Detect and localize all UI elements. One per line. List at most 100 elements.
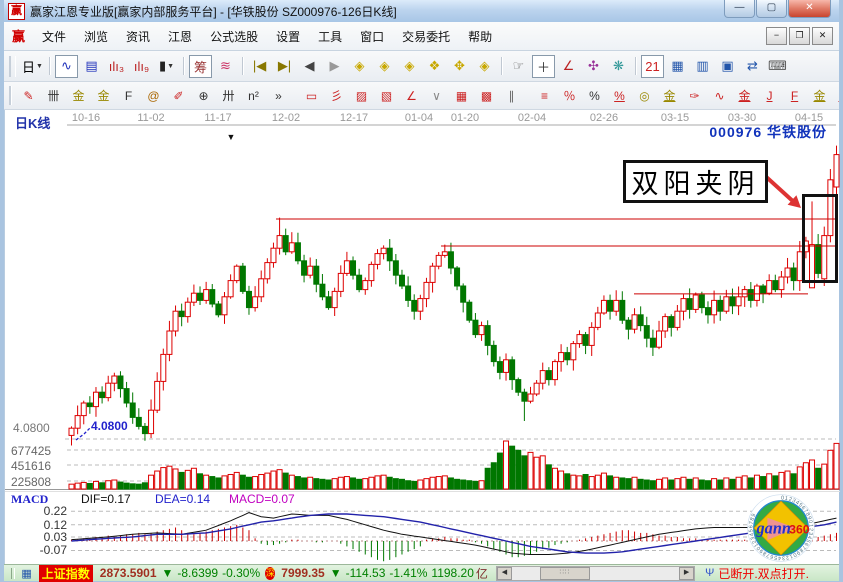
menu-item-8[interactable]: 窗口: [351, 25, 393, 48]
mdi-restore-button[interactable]: ❐: [789, 27, 810, 45]
fan-lines-icon[interactable]: 彡: [325, 84, 348, 107]
connection-status[interactable]: 已断开.双点打开.: [718, 565, 809, 582]
wave-window-icon[interactable]: ∿: [708, 84, 731, 107]
gann-box-ud-icon[interactable]: ◈: [373, 55, 396, 78]
angle-gold-icon[interactable]: 金: [808, 84, 831, 107]
grid-wide-icon[interactable]: ▩: [475, 84, 498, 107]
last-bar-icon[interactable]: ▶|: [273, 55, 296, 78]
rect-tool-icon[interactable]: ▭: [300, 84, 323, 107]
elastic-band-icon[interactable]: ∿: [55, 55, 78, 78]
vol-bars-3-icon[interactable]: ılı₃: [105, 55, 128, 78]
mdi-minimize-button[interactable]: −: [766, 27, 787, 45]
toolbar-separator: [635, 57, 636, 75]
gold-circle-icon[interactable]: ◎: [633, 84, 656, 107]
mdi-close-button[interactable]: ✕: [812, 27, 833, 45]
shenzhen-badge[interactable]: 深: [265, 567, 275, 580]
net-transfer-icon[interactable]: ⇄: [741, 55, 764, 78]
menu-item-4[interactable]: 江恩: [159, 25, 201, 48]
horizontal-scrollbar[interactable]: ◀ ∷∷ ▶: [496, 566, 695, 581]
more-tools-icon[interactable]: »: [267, 84, 290, 107]
marked-low-label: 4.0800: [91, 419, 128, 433]
notepad-icon[interactable]: ▥: [691, 55, 714, 78]
angle-j-icon[interactable]: J: [758, 84, 781, 107]
menu-item-6[interactable]: 设置: [267, 25, 309, 48]
spiral-icon[interactable]: @: [142, 84, 165, 107]
first-bar-icon[interactable]: |◀: [248, 55, 271, 78]
calendar-icon[interactable]: 21: [641, 55, 664, 78]
menu-item-3[interactable]: 资讯: [117, 25, 159, 48]
toolbar-grip: [9, 86, 12, 105]
maximize-button[interactable]: ▢: [756, 0, 787, 18]
angle-f-icon[interactable]: F: [783, 84, 806, 107]
prev-bar-icon[interactable]: ◀: [298, 55, 321, 78]
gann-box-x-icon[interactable]: ❖: [423, 55, 446, 78]
index-change: -8.6399: [177, 566, 218, 580]
percent-line-icon[interactable]: %: [608, 84, 631, 107]
menu-item-1[interactable]: 文件: [33, 25, 75, 48]
vol-bars-9-icon[interactable]: ılı₉: [130, 55, 153, 78]
candle-type-icon[interactable]: ▮▼: [155, 55, 178, 78]
cycle-tools-icon[interactable]: ❋: [607, 55, 630, 78]
grid-dense-icon[interactable]: ▦: [450, 84, 473, 107]
scroll-thumb[interactable]: ∷∷: [540, 567, 590, 580]
gann-square-icon[interactable]: ▧: [375, 84, 398, 107]
menu-item-2[interactable]: 浏览: [75, 25, 117, 48]
percent-lines-icon[interactable]: 卅: [217, 84, 240, 107]
chip-distribution-icon[interactable]: 筹: [189, 55, 212, 78]
title-bar: 赢 赢家江恩专业版[赢家内部服务平台] - [华铁股份 SZ000976-126…: [4, 0, 839, 22]
draw-brush-icon[interactable]: ✎: [17, 84, 40, 107]
gold-line-icon[interactable]: 金: [658, 84, 681, 107]
gann-box-all-icon[interactable]: ✥: [448, 55, 471, 78]
square-n2-icon[interactable]: n²: [242, 84, 265, 107]
macd-dif-value: DIF=0.17: [81, 492, 131, 506]
gann-fan-box-icon[interactable]: ▨: [350, 84, 373, 107]
angle-lines-icon[interactable]: ∠: [400, 84, 423, 107]
calculator-icon[interactable]: ▦: [666, 55, 689, 78]
menu-item-7[interactable]: 工具: [309, 25, 351, 48]
angle-speed-icon[interactable]: 速: [833, 84, 839, 107]
gann-grid-icon[interactable]: 卌: [42, 84, 65, 107]
minimize-button[interactable]: —: [724, 0, 755, 18]
scroll-right-arrow[interactable]: ▶: [679, 567, 694, 580]
quote-table-icon[interactable]: ▦: [21, 567, 31, 580]
next-bar-icon[interactable]: ▶: [323, 55, 346, 78]
gann-box-lr-icon[interactable]: ◈: [348, 55, 371, 78]
gold-underline-icon[interactable]: 金: [733, 84, 756, 107]
index-name-chip[interactable]: 上证指数: [39, 565, 93, 582]
turnover-amount: 1198.20: [431, 566, 474, 580]
parallel-lines-icon[interactable]: ∥: [500, 84, 523, 107]
pattern-highlight-rect: [802, 194, 838, 283]
info-memo-icon[interactable]: ▤: [80, 55, 103, 78]
gann-tools-icon[interactable]: ✣: [582, 55, 605, 78]
color-histogram-icon[interactable]: ≋: [214, 55, 237, 78]
macd-axis-label-1: 0.22: [25, 504, 67, 518]
gann-box-sel-icon[interactable]: ◈: [473, 55, 496, 78]
golden-section-time-icon[interactable]: 金: [92, 84, 115, 107]
wave-lines-icon[interactable]: ∨: [425, 84, 448, 107]
crosshair-icon[interactable]: ＋: [532, 55, 555, 78]
menu-item-5[interactable]: 公式选股: [201, 25, 267, 48]
status-bar: ▦ 上证指数 2873.5901 ▼ -8.6399 -0.30% 深 7999…: [4, 564, 839, 581]
gann-box-h-icon[interactable]: ◈: [398, 55, 421, 78]
close-button[interactable]: ✕: [788, 0, 831, 18]
hand-drag-icon[interactable]: ☞: [507, 55, 530, 78]
menu-item-10[interactable]: 帮助: [459, 25, 501, 48]
kline-period[interactable]: 日▼: [21, 55, 44, 78]
fibonacci-lines-icon[interactable]: F: [117, 84, 140, 107]
price-channel-icon[interactable]: ≡: [533, 84, 556, 107]
menu-item-9[interactable]: 交易委托: [393, 25, 459, 48]
save-icon[interactable]: ▣: [716, 55, 739, 78]
gann-wheel-icon[interactable]: ⊕: [192, 84, 215, 107]
flag-pen-icon[interactable]: ✑: [683, 84, 706, 107]
percent-icon[interactable]: %: [583, 84, 606, 107]
sz-value: 7999.35: [281, 566, 324, 580]
svg-text:02-04: 02-04: [518, 112, 546, 124]
scroll-left-arrow[interactable]: ◀: [497, 567, 512, 580]
remote-pc-icon[interactable]: ⌨: [766, 55, 789, 78]
chart-area: 10-1611-0211-1712-0212-1701-0401-2002-04…: [4, 110, 839, 564]
percent-retrace-icon[interactable]: ％: [558, 84, 581, 107]
svg-text:10-16: 10-16: [72, 112, 100, 124]
trend-pen-icon[interactable]: ✐: [167, 84, 190, 107]
angle-measure-icon[interactable]: ∠: [557, 55, 580, 78]
golden-section-price-icon[interactable]: 金: [67, 84, 90, 107]
